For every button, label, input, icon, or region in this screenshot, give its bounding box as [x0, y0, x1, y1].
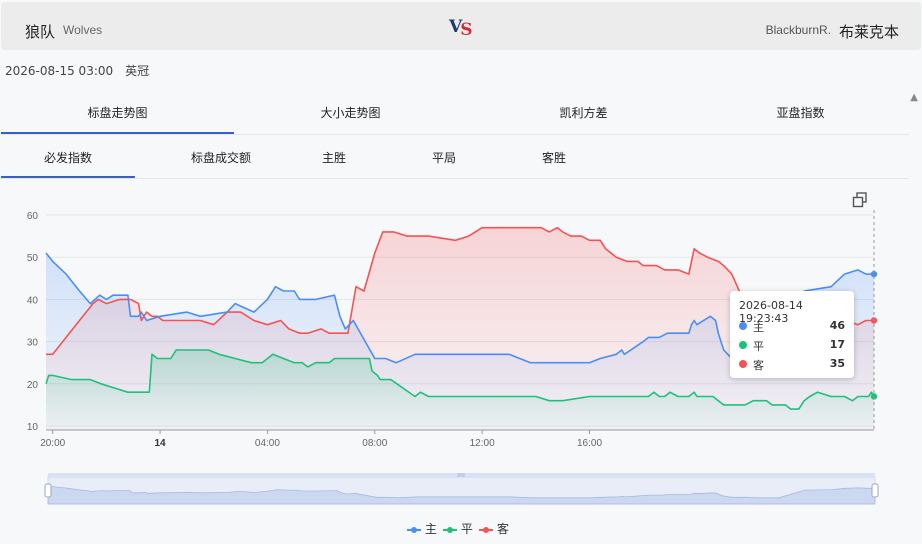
y-tick-label: 40 [27, 295, 39, 306]
match-datetime: 2026-08-15 03:00 [5, 64, 114, 78]
tab-asian-handicap[interactable]: 亚盘指数 [684, 104, 917, 121]
legend-item-home[interactable]: 主 [407, 520, 437, 537]
y-tick-label: 50 [27, 253, 39, 264]
y-tick-label: 10 [27, 422, 39, 433]
x-tick-label: 14 [155, 438, 167, 449]
y-tick-label: 20 [27, 380, 39, 391]
zoom-handle [44, 483, 52, 498]
legend-home-icon [407, 525, 421, 535]
x-tick-label: 04:00 [255, 438, 280, 449]
legend-away-icon [479, 525, 493, 535]
zoom-move-handle [457, 473, 465, 477]
y-tick-label: 60 [27, 211, 39, 222]
match-header: 狼队 Wolves VS BlackburnR. 布莱克本 [1, 2, 921, 50]
tab-handicap-trend[interactable]: 标盘走势图 [1, 104, 234, 121]
collapse-up-icon[interactable]: ▲ [910, 92, 918, 103]
active-subtab-indicator [1, 176, 135, 178]
secondary-tabs: 必发指数 标盘成交额 主胜 平局 客胜 [1, 136, 909, 179]
away-team-name[interactable]: 布莱克本 [839, 21, 899, 42]
home-team-en-name: Wolves [63, 23, 103, 37]
chart-tooltip: 2026-08-14 19:23:43 主 46 平 17 客 35 [730, 291, 854, 378]
primary-tabs: 标盘走势图 大小走势图 凯利方差 亚盘指数 [1, 88, 909, 135]
x-tick-label: 12:00 [470, 438, 495, 449]
data-zoom-slider [44, 473, 879, 505]
x-tick-label: 08:00 [362, 438, 387, 449]
legend-item-draw[interactable]: 平 [443, 520, 473, 537]
active-tab-indicator [1, 132, 234, 134]
match-meta: 2026-08-15 03:00 英冠 [5, 62, 149, 79]
tab-betfair-index[interactable]: 必发指数 [1, 149, 135, 166]
league-name[interactable]: 英冠 [125, 64, 149, 78]
tooltip-row-draw: 平 17 [739, 338, 845, 353]
x-tick-label: 16:00 [577, 438, 602, 449]
vs-logo: VS [449, 17, 473, 40]
tooltip-row-home: 主 46 [739, 319, 845, 334]
tab-kelly-variance[interactable]: 凯利方差 [467, 104, 700, 121]
home-dot-icon [739, 322, 747, 330]
x-tick-label: 20:00 [40, 438, 65, 449]
home-team-name[interactable]: 狼队 [25, 21, 55, 42]
tooltip-row-away: 客 35 [739, 357, 845, 372]
legend-item-away[interactable]: 客 [479, 520, 509, 537]
away-dot-icon [739, 360, 747, 368]
away-team-en-name: BlackburnR. [765, 23, 831, 37]
draw-dot-icon [739, 341, 747, 349]
tab-away-win[interactable]: 客胜 [487, 149, 621, 166]
zoom-handle [871, 483, 879, 498]
legend-draw-icon [443, 525, 457, 535]
tab-over-under-trend[interactable]: 大小走势图 [234, 104, 467, 121]
y-tick-label: 30 [27, 338, 39, 349]
